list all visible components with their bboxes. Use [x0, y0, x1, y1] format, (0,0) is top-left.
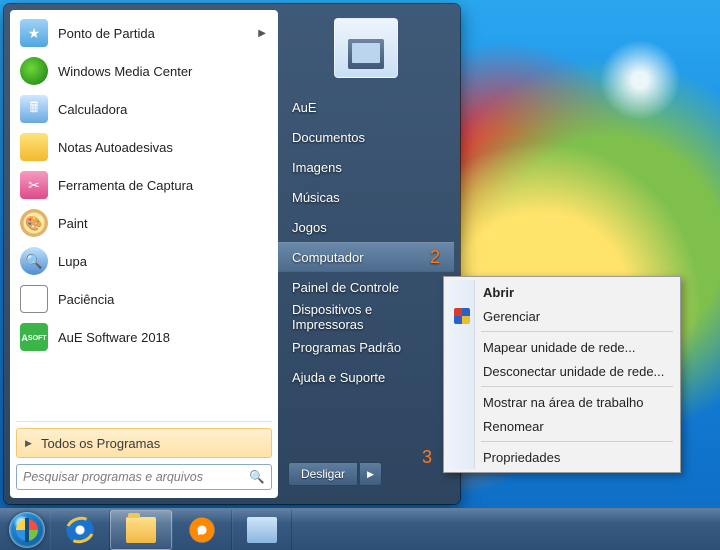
internet-explorer-icon: [65, 517, 95, 543]
right-item-label: Computador: [292, 250, 364, 265]
windows-orb-icon: [9, 512, 45, 548]
program-ponto-de-partida[interactable]: ★ Ponto de Partida ▶: [14, 14, 274, 52]
program-calculadora[interactable]: 🖩 Calculadora: [14, 90, 274, 128]
program-paint[interactable]: 🎨 Paint: [14, 204, 274, 242]
ctx-label: Desconectar unidade de rede...: [483, 364, 664, 379]
program-label: Notas Autoadesivas: [58, 140, 173, 155]
annotation-number-2: 2: [430, 247, 440, 268]
right-item-ajuda-e-suporte[interactable]: Ajuda e Suporte: [278, 362, 454, 392]
start-menu: ★ Ponto de Partida ▶ Windows Media Cente…: [4, 4, 460, 504]
program-label: AuE Software 2018: [58, 330, 170, 345]
right-item-label: Documentos: [292, 130, 365, 145]
ctx-renomear[interactable]: Renomear: [447, 414, 677, 438]
shutdown-options-arrow[interactable]: ▶: [360, 462, 382, 486]
right-item-label: Jogos: [292, 220, 327, 235]
taskbar-item-internet-explorer[interactable]: [50, 510, 110, 550]
media-player-icon: [189, 517, 215, 543]
right-item-label: Imagens: [292, 160, 342, 175]
ctx-mostrar-area-trabalho[interactable]: Mostrar na área de trabalho: [447, 390, 677, 414]
search-icon: 🔍: [249, 470, 265, 485]
program-label: Windows Media Center: [58, 64, 192, 79]
magnifier-icon: 🔍: [20, 247, 48, 275]
right-item-label: Programas Padrão: [292, 340, 401, 355]
shield-icon: [454, 308, 470, 324]
taskbar-item-file-explorer[interactable]: [110, 510, 172, 550]
ctx-separator: [481, 441, 673, 442]
paint-icon: 🎨: [20, 209, 48, 237]
ctx-label: Abrir: [483, 285, 514, 300]
media-center-icon: [20, 57, 48, 85]
program-label: Paciência: [58, 292, 114, 307]
ctx-mapear-unidade[interactable]: Mapear unidade de rede...: [447, 335, 677, 359]
submenu-arrow-icon: ▶: [258, 28, 266, 39]
right-item-dispositivos-e-impressoras[interactable]: Dispositivos e Impressoras: [278, 302, 454, 332]
all-programs-button[interactable]: Todos os Programas: [16, 428, 272, 458]
program-windows-media-center[interactable]: Windows Media Center: [14, 52, 274, 90]
right-item-label: Ajuda e Suporte: [292, 370, 385, 385]
ctx-label: Propriedades: [483, 450, 560, 465]
right-item-computador[interactable]: Computador 2: [278, 242, 454, 272]
snipping-tool-icon: ✂: [20, 171, 48, 199]
sticky-notes-icon: [20, 133, 48, 161]
star-icon: ★: [20, 19, 48, 47]
right-item-jogos[interactable]: Jogos: [278, 212, 454, 242]
right-item-documentos[interactable]: Documentos: [278, 122, 454, 152]
start-menu-left-panel: ★ Ponto de Partida ▶ Windows Media Cente…: [10, 10, 278, 498]
aue-software-icon: ASOFT: [20, 323, 48, 351]
program-label: Paint: [58, 216, 88, 231]
calculator-icon: 🖩: [20, 95, 48, 123]
separator: [16, 421, 272, 422]
right-item-label: Dispositivos e Impressoras: [292, 302, 440, 332]
ctx-label: Renomear: [483, 419, 544, 434]
program-label: Ponto de Partida: [58, 26, 155, 41]
right-item-programas-padrao[interactable]: Programas Padrão: [278, 332, 454, 362]
ctx-label: Gerenciar: [483, 309, 540, 324]
folder-icon: [126, 517, 156, 543]
taskbar: [0, 508, 720, 550]
program-lupa[interactable]: 🔍 Lupa: [14, 242, 274, 280]
solitaire-icon: ♠: [20, 285, 48, 313]
start-menu-right-panel: AuE Documentos Imagens Músicas Jogos Com…: [278, 10, 454, 498]
program-label: Lupa: [58, 254, 87, 269]
taskbar-item-windows-media-player[interactable]: [172, 510, 232, 550]
right-item-label: Painel de Controle: [292, 280, 399, 295]
program-label: Calculadora: [58, 102, 127, 117]
right-item-musicas[interactable]: Músicas: [278, 182, 454, 212]
right-item-painel-de-controle[interactable]: Painel de Controle: [278, 272, 454, 302]
right-item-label: Músicas: [292, 190, 340, 205]
ctx-separator: [481, 331, 673, 332]
right-item-label: AuE: [292, 100, 317, 115]
ctx-abrir[interactable]: Abrir: [447, 280, 677, 304]
right-item-imagens[interactable]: Imagens: [278, 152, 454, 182]
annotation-number-3: 3: [422, 447, 432, 468]
program-paciencia[interactable]: ♠ Paciência: [14, 280, 274, 318]
ctx-gerenciar[interactable]: Gerenciar: [447, 304, 677, 328]
ctx-label: Mapear unidade de rede...: [483, 340, 636, 355]
window-icon: [247, 517, 277, 543]
ctx-desconectar-unidade[interactable]: Desconectar unidade de rede...: [447, 359, 677, 383]
context-menu-computador: Abrir Gerenciar Mapear unidade de rede..…: [443, 276, 681, 473]
program-notas-autoadesivas[interactable]: Notas Autoadesivas: [14, 128, 274, 166]
program-label: Ferramenta de Captura: [58, 178, 193, 193]
ctx-propriedades[interactable]: 3 Propriedades: [447, 445, 677, 469]
program-aue-software[interactable]: ASOFT AuE Software 2018: [14, 318, 274, 356]
search-input[interactable]: Pesquisar programas e arquivos 🔍: [16, 464, 272, 490]
program-ferramenta-de-captura[interactable]: ✂ Ferramenta de Captura: [14, 166, 274, 204]
shutdown-button[interactable]: Desligar: [288, 462, 358, 486]
right-item-aue[interactable]: AuE: [278, 92, 454, 122]
shutdown-label: Desligar: [301, 467, 345, 481]
ctx-separator: [481, 386, 673, 387]
start-button[interactable]: [4, 509, 50, 550]
search-placeholder: Pesquisar programas e arquivos: [23, 470, 203, 484]
ctx-label: Mostrar na área de trabalho: [483, 395, 643, 410]
program-list: ★ Ponto de Partida ▶ Windows Media Cente…: [14, 14, 274, 417]
user-picture-computer-icon[interactable]: [334, 18, 398, 78]
taskbar-item-window[interactable]: [232, 510, 292, 550]
all-programs-label: Todos os Programas: [41, 436, 160, 451]
